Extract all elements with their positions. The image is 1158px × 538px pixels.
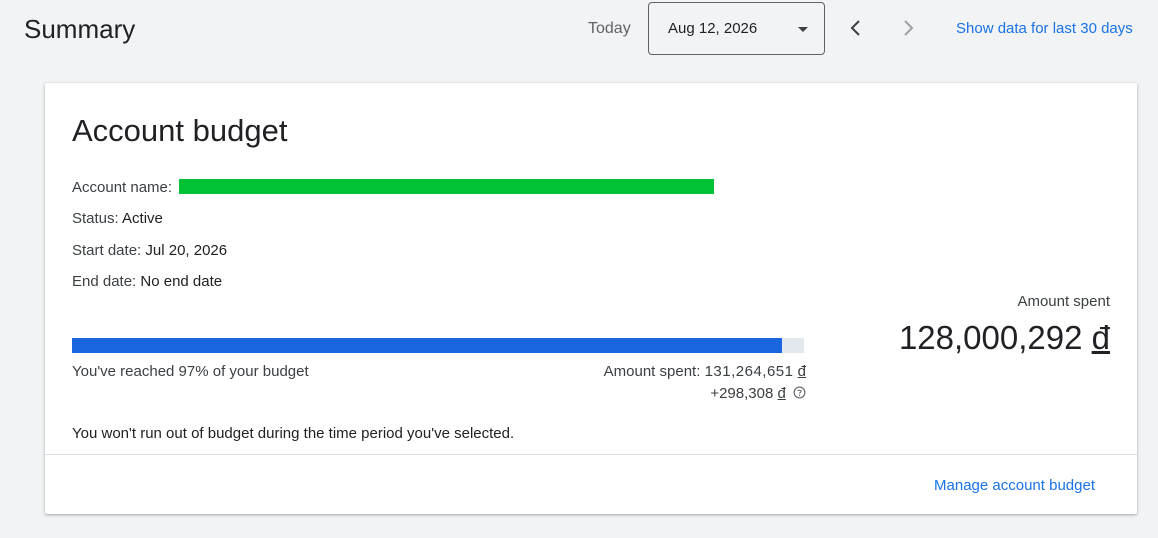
spent-inline: Amount spent: 131,264,651 đ (604, 363, 806, 380)
next-date-button[interactable] (894, 14, 922, 42)
currency-symbol: đ (1091, 319, 1110, 356)
page-title: Summary (24, 14, 136, 44)
budget-progress-fill (72, 338, 783, 353)
previous-date-button[interactable] (842, 14, 870, 42)
today-label: Today (588, 20, 631, 37)
manage-account-budget-link[interactable]: Manage account budget (934, 477, 1095, 494)
end-date-value: No end date (140, 273, 223, 290)
summary-header: Summary Today Aug 12, 2026 Show data for… (0, 0, 1158, 60)
card-divider (45, 454, 1137, 455)
help-circle-icon[interactable] (793, 386, 806, 399)
chevron-left-icon (850, 20, 860, 36)
end-date-label: End date: (72, 273, 137, 290)
end-date-row: End date: No end date (72, 273, 222, 290)
show-last-30-days-link[interactable]: Show data for last 30 days (956, 20, 1133, 37)
date-picker-value: Aug 12, 2026 (668, 20, 758, 37)
currency-symbol: đ (777, 385, 786, 402)
start-date-value: Jul 20, 2026 (145, 242, 228, 259)
start-date-row: Start date: Jul 20, 2026 (72, 242, 227, 259)
account-name-label: Account name: (72, 179, 173, 196)
amount-spent-label: Amount spent (1017, 293, 1110, 310)
spent-delta: +298,308 đ (710, 385, 806, 402)
budget-reached-text: You've reached 97% of your budget (72, 363, 309, 380)
status-row: Status: Active (72, 210, 163, 227)
chevron-down-icon (798, 27, 808, 32)
budget-forecast-note: You won't run out of budget during the t… (72, 425, 515, 442)
date-picker-select[interactable]: Aug 12, 2026 (648, 2, 825, 55)
status-value: Active (122, 210, 163, 227)
account-budget-card: Account budget Account name: Status: Act… (45, 83, 1137, 514)
currency-symbol: đ (797, 363, 806, 380)
account-name-row: Account name: (72, 179, 715, 196)
amount-spent-value: 128,000,292 (898, 319, 1083, 356)
budget-progress-bar (72, 338, 804, 353)
status-label: Status: (72, 210, 119, 227)
spent-delta-value: +298,308 (710, 385, 774, 402)
card-title: Account budget (72, 113, 288, 148)
start-date-label: Start date: (72, 242, 142, 259)
account-name-redaction (179, 179, 715, 194)
chevron-right-icon (904, 20, 914, 36)
spent-inline-value: 131,264,651 (704, 363, 794, 380)
amount-spent-total: 128,000,292 đ (899, 319, 1110, 357)
spent-inline-label: Amount spent: (603, 363, 701, 380)
